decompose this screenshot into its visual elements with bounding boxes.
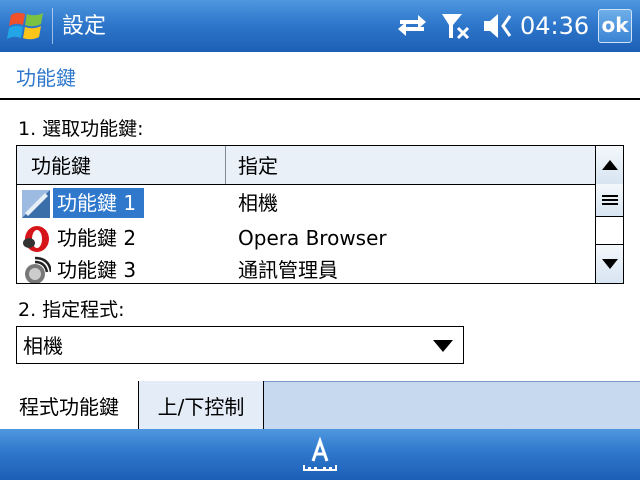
heading-divider bbox=[0, 98, 640, 100]
volume-status[interactable] bbox=[482, 10, 516, 42]
tab-program-buttons[interactable]: 程式功能鍵 bbox=[0, 381, 139, 429]
triangle-up-icon bbox=[601, 160, 618, 170]
connectivity-status[interactable] bbox=[396, 10, 428, 42]
scroll-up-button[interactable] bbox=[596, 146, 623, 185]
select-key-label: 1. 選取功能鍵: bbox=[18, 118, 144, 140]
list-item-name: 功能鍵 2 bbox=[57, 226, 137, 250]
title-divider bbox=[52, 8, 53, 44]
program-select[interactable]: 相機 bbox=[16, 326, 464, 364]
start-button[interactable] bbox=[2, 0, 52, 52]
scroll-thumb[interactable] bbox=[596, 184, 623, 217]
signal-status[interactable] bbox=[440, 10, 472, 42]
chevron-down-icon bbox=[433, 340, 453, 352]
clock[interactable]: 04:36 bbox=[520, 0, 589, 52]
keyboard-input-icon bbox=[303, 436, 337, 471]
list-header: 功能鍵 指定 bbox=[17, 146, 595, 185]
tab-up-down-control[interactable]: 上/下控制 bbox=[139, 381, 264, 429]
scroll-down-button[interactable] bbox=[596, 244, 623, 283]
grip-icon bbox=[601, 195, 618, 205]
column-header-assignment[interactable]: 指定 bbox=[226, 146, 595, 184]
list-scrollbar[interactable] bbox=[596, 145, 624, 284]
camera-icon bbox=[21, 189, 51, 219]
comm-manager-icon bbox=[21, 256, 53, 283]
list-item-name: 功能鍵 3 bbox=[57, 258, 137, 282]
softkey-bar bbox=[0, 429, 640, 480]
program-select-value: 相機 bbox=[23, 334, 63, 358]
tab-strip: 程式功能鍵 上/下控制 bbox=[0, 381, 640, 429]
triangle-down-icon bbox=[601, 259, 618, 269]
opera-icon bbox=[21, 224, 51, 254]
column-header-button[interactable]: 功能鍵 bbox=[17, 146, 226, 184]
list-item-assignment: Opera Browser bbox=[238, 226, 387, 250]
ok-button[interactable]: ok bbox=[598, 9, 632, 43]
list-row-button-2[interactable]: 功能鍵 2 Opera Browser bbox=[17, 222, 595, 254]
window-title: 設定 bbox=[62, 14, 107, 39]
signal-off-icon bbox=[442, 14, 470, 40]
speaker-icon bbox=[484, 14, 512, 38]
windows-start-icon bbox=[7, 12, 43, 40]
connectivity-arrows-icon bbox=[398, 15, 426, 36]
list-item-assignment: 通訊管理員 bbox=[238, 258, 338, 282]
input-panel-button[interactable] bbox=[300, 435, 340, 475]
assign-program-label: 2. 指定程式: bbox=[18, 299, 125, 321]
page-title: 功能鍵 bbox=[16, 66, 76, 90]
list-row-button-3[interactable]: 功能鍵 3 通訊管理員 bbox=[17, 254, 595, 283]
title-bar: 設定 04:36 ok bbox=[0, 0, 640, 52]
list-item-name: 功能鍵 1 bbox=[53, 188, 145, 218]
list-item-assignment: 相機 bbox=[238, 191, 278, 215]
list-row-button-1[interactable]: 功能鍵 1 相機 bbox=[17, 187, 595, 219]
button-list[interactable]: 功能鍵 指定 功能鍵 1 相機 功能鍵 2 Opera Browser 功能鍵 … bbox=[16, 145, 596, 284]
